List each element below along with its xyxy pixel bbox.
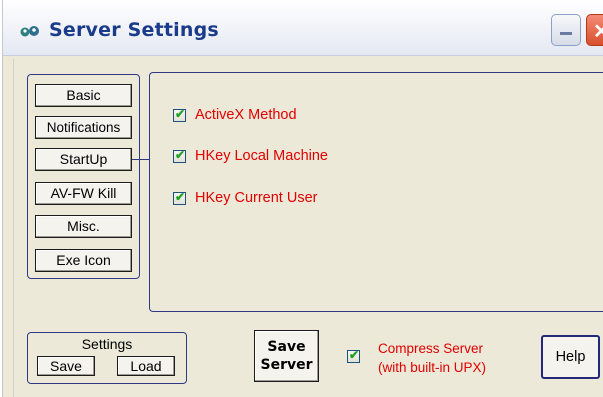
minimize-button[interactable]: [551, 14, 581, 46]
checkmark-icon: ✔: [175, 190, 186, 204]
checkmark-icon: ✔: [175, 148, 186, 162]
help-button[interactable]: Help: [541, 335, 600, 379]
nav-connector-line: [132, 159, 149, 160]
nav-basic-button[interactable]: Basic: [35, 84, 132, 107]
save-server-line1: Save: [267, 339, 306, 355]
title-bar[interactable]: Server Settings ✕: [3, 0, 603, 56]
window-title: Server Settings: [49, 19, 219, 41]
save-server-line2: Server: [260, 357, 313, 373]
nav-misc-button[interactable]: Misc.: [35, 215, 132, 238]
nav-exe-icon-button[interactable]: Exe Icon: [35, 249, 132, 272]
settings-load-button[interactable]: Load: [117, 356, 175, 376]
compress-server-label: Compress Server: [378, 341, 484, 356]
nav-av-fw-kill-button[interactable]: AV-FW Kill: [35, 182, 132, 205]
close-button[interactable]: ✕: [586, 14, 603, 46]
save-server-button[interactable]: Save Server: [254, 330, 319, 382]
hkey-current-user-label: HKey Current User: [195, 190, 318, 206]
hkey-current-user-checkbox[interactable]: ✔: [173, 190, 186, 205]
activex-method-checkbox[interactable]: ✔: [173, 107, 186, 122]
checkmark-icon: ✔: [349, 348, 360, 362]
compress-server-sublabel: (with built-in UPX): [378, 360, 487, 375]
app-icon: [20, 26, 39, 37]
nav-startup-button[interactable]: StartUp: [35, 148, 132, 171]
nav-notifications-button[interactable]: Notifications: [35, 116, 132, 139]
close-icon: ✕: [593, 21, 603, 43]
minimize-icon: [560, 32, 572, 35]
compress-server-checkbox[interactable]: ✔: [347, 348, 360, 363]
server-settings-window: Server Settings ✕ Basic Notifications St…: [2, 0, 603, 397]
hkey-local-machine-checkbox[interactable]: ✔: [173, 148, 186, 163]
settings-group-label: Settings: [81, 336, 133, 352]
activex-method-label: ActiveX Method: [195, 107, 297, 123]
settings-save-button[interactable]: Save: [37, 356, 95, 376]
hkey-local-machine-label: HKey Local Machine: [195, 148, 328, 164]
checkmark-icon: ✔: [175, 107, 186, 121]
